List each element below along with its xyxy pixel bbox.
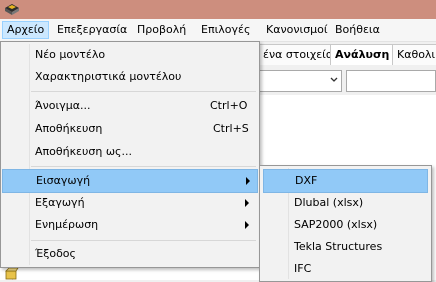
menu-edit[interactable]: Επεξεργασία: [53, 22, 131, 38]
chevron-right-icon: [245, 199, 249, 207]
menu-separator: [31, 166, 256, 167]
import-submenu: DXF Dlubal (xlsx) SAP2000 (xlsx) Tekla S…: [259, 165, 432, 282]
tab-elements[interactable]: ένα στοιχεία: [258, 44, 334, 65]
submenu-item-dxf[interactable]: DXF: [263, 169, 428, 193]
menu-item-label: DXF: [295, 174, 318, 187]
submenu-item-dlubal[interactable]: Dlubal (xlsx): [260, 192, 431, 214]
menu-item-label: SAP2000 (xlsx): [294, 218, 378, 231]
menu-options[interactable]: Επιλογές: [197, 22, 254, 38]
menu-file[interactable]: Αρχείο: [2, 21, 50, 39]
chevron-down-icon: [330, 77, 338, 82]
chevron-right-icon: [245, 221, 249, 229]
selector-combo-1[interactable]: [258, 70, 342, 92]
menu-separator: [31, 91, 256, 92]
menu-item-label: Εισαγωγή: [36, 174, 91, 187]
menu-item-label: Έξοδος: [35, 247, 76, 260]
submenu-item-sap2000[interactable]: SAP2000 (xlsx): [260, 214, 431, 236]
menu-item-import[interactable]: Εισαγωγή: [2, 169, 258, 193]
menu-item-label: Εξαγωγή: [35, 196, 85, 209]
menu-item-label: Dlubal (xlsx): [294, 196, 364, 209]
menu-item-new-model[interactable]: Νέο μοντέλο: [1, 44, 259, 66]
menu-item-update[interactable]: Ενημέρωση: [1, 214, 259, 236]
menu-separator: [31, 240, 256, 241]
menu-item-open[interactable]: Άνοιγμα... Ctrl+O: [1, 95, 259, 117]
model-tool-icon[interactable]: [5, 268, 19, 280]
menu-view[interactable]: Προβολή: [133, 22, 190, 38]
title-bar: [0, 0, 436, 19]
menu-item-label: Αποθήκευση: [35, 122, 103, 135]
menu-item-label: Άνοιγμα...: [35, 99, 91, 112]
menu-item-label: Χαρακτηριστικά μοντέλου: [35, 70, 182, 83]
menu-codes[interactable]: Κανονισμοί: [262, 22, 332, 38]
selector-combo-2[interactable]: [346, 70, 436, 92]
menu-item-label: Αποθήκευση ως...: [35, 145, 132, 158]
menu-item-exit[interactable]: Έξοδος: [1, 243, 259, 265]
chevron-right-icon: [246, 177, 250, 185]
shortcut-label: Ctrl+S: [213, 122, 249, 135]
menu-item-model-properties[interactable]: Χαρακτηριστικά μοντέλου: [1, 66, 259, 88]
menu-bar: Αρχείο Επεξεργασία Προβολή Επιλογές Κανο…: [0, 19, 436, 42]
shortcut-label: Ctrl+O: [210, 99, 248, 112]
menu-item-label: Νέο μοντέλο: [35, 48, 106, 61]
submenu-item-tekla[interactable]: Tekla Structures: [260, 236, 431, 258]
menu-item-export[interactable]: Εξαγωγή: [1, 192, 259, 214]
menu-item-save-as[interactable]: Αποθήκευση ως...: [1, 141, 259, 163]
menu-item-label: Tekla Structures: [294, 240, 383, 253]
menu-help[interactable]: Βοήθεια: [331, 22, 384, 38]
submenu-item-ifc[interactable]: IFC: [260, 258, 431, 280]
tab-global[interactable]: Καθολι: [392, 44, 436, 65]
app-logo-icon[interactable]: [4, 2, 20, 16]
menu-item-label: IFC: [294, 262, 312, 275]
menu-item-label: Ενημέρωση: [35, 218, 99, 231]
tab-analysis[interactable]: Ανάλυση: [330, 44, 396, 65]
file-menu-dropdown: Νέο μοντέλο Χαρακτηριστικά μοντέλου Άνοι…: [0, 41, 260, 268]
menu-item-save[interactable]: Αποθήκευση Ctrl+S: [1, 118, 259, 140]
